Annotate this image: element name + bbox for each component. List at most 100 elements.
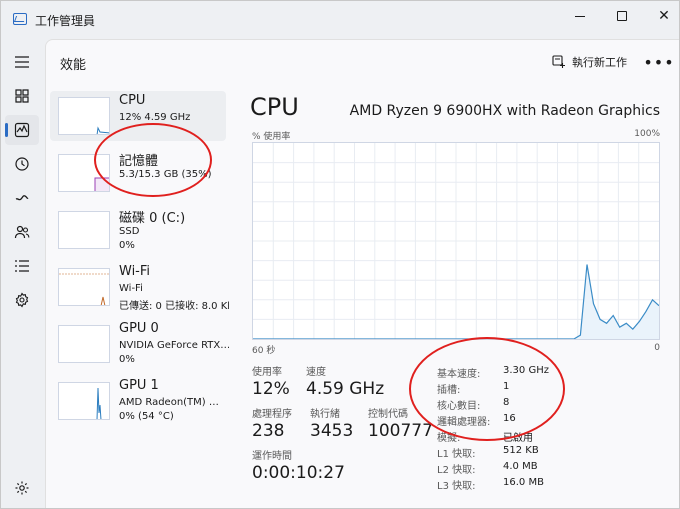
page-header: 效能 執行新工作 •••: [45, 39, 679, 85]
nav-details[interactable]: [5, 251, 39, 281]
device-detail: NVIDIA GeForce RTX…: [119, 340, 229, 351]
processes-icon: [15, 89, 29, 103]
more-icon: •••: [643, 52, 675, 72]
spec-key: 基本速度:: [437, 369, 481, 380]
spec-row: 基本速度: 3.30 GHz: [437, 365, 567, 381]
device-thumbnail: [58, 268, 110, 306]
device-name: Wi-Fi: [119, 264, 151, 279]
more-options-button[interactable]: •••: [643, 50, 675, 74]
graph-min-label: 0: [654, 343, 660, 353]
stat-label: 處理程序: [252, 409, 292, 420]
close-button[interactable]: ✕: [641, 1, 679, 31]
spec-value: 已啟用: [503, 433, 533, 444]
content-area: CPU 12% 4.59 GHz 記憶體 5.3/15.3 GB (35%) 磁…: [45, 85, 679, 508]
panel-title: CPU: [250, 93, 299, 121]
close-icon: ✕: [658, 8, 670, 24]
device-name: GPU 1: [119, 378, 159, 393]
stat-value: 12%: [252, 379, 290, 399]
task-manager-app-icon: [13, 13, 27, 25]
spec-value: 4.0 MB: [503, 461, 538, 472]
stat-label: 控制代碼: [368, 409, 408, 420]
stat-value: 3453: [310, 421, 354, 441]
app-title: 工作管理員: [35, 14, 96, 28]
performance-panel: CPU AMD Ryzen 9 6900HX with Radeon Graph…: [250, 85, 679, 508]
startup-icon: [15, 195, 29, 201]
stat-value: 238: [252, 421, 285, 441]
spec-row: 插槽: 1: [437, 381, 567, 397]
spec-row: 邏輯處理器: 16: [437, 413, 567, 429]
device-detail: 0%: [119, 354, 135, 365]
device-thumbnail: [58, 154, 110, 192]
spec-key: 插槽:: [437, 385, 461, 396]
stat-label: 速度: [306, 367, 326, 378]
nav-rail: [1, 39, 45, 508]
run-new-task-button[interactable]: 執行新工作: [552, 54, 627, 70]
spec-key: 邏輯處理器:: [437, 417, 491, 428]
spec-key: 核心數目:: [437, 401, 481, 412]
device-detail: AMD Radeon(TM) …: [119, 397, 219, 408]
spec-value: 1: [503, 381, 510, 392]
stat-value: 0:00:10:27: [252, 463, 345, 483]
device-name: GPU 0: [119, 321, 159, 336]
spec-value: 16.0 MB: [503, 477, 544, 488]
title-bar: 工作管理員 ✕: [1, 1, 679, 39]
graph-axis-label: % 使用率: [252, 132, 291, 142]
maximize-button[interactable]: [599, 1, 645, 31]
spec-key: L3 快取:: [437, 481, 476, 492]
page-title: 效能: [60, 58, 87, 73]
device-item-gpu0[interactable]: GPU 0 NVIDIA GeForce RTX… 0%: [50, 319, 229, 369]
device-name: CPU: [119, 93, 146, 108]
stat-value: 4.59 GHz: [306, 379, 385, 399]
graph-max-label: 100%: [634, 129, 660, 139]
device-item-disk[interactable]: 磁碟 0 (C:) SSD 0%: [50, 205, 226, 255]
device-detail: SSD: [119, 226, 140, 237]
run-new-task-label: 執行新工作: [572, 56, 627, 69]
cpu-graph-svg: [253, 143, 660, 340]
services-icon: [15, 292, 29, 308]
device-detail: 12% 4.59 GHz: [119, 112, 191, 123]
details-icon: [15, 260, 29, 272]
stat-value: 100777: [368, 421, 433, 441]
device-name: 記憶體: [119, 154, 159, 169]
spec-value: 512 KB: [503, 445, 539, 456]
device-item-wifi[interactable]: Wi-Fi Wi-Fi 已傳送: 0 已接收: 8.0 Kb: [50, 262, 229, 312]
device-thumbnail: [58, 97, 110, 135]
nav-users[interactable]: [5, 217, 39, 247]
users-icon: [14, 225, 30, 239]
nav-app-history[interactable]: [5, 149, 39, 179]
device-detail: 0%: [119, 240, 135, 251]
nav-processes[interactable]: [5, 81, 39, 111]
device-list: CPU 12% 4.59 GHz 記憶體 5.3/15.3 GB (35%) 磁…: [46, 89, 232, 429]
spec-value: 8: [503, 397, 510, 408]
run-task-icon: [552, 55, 565, 68]
spec-value: 16: [503, 413, 516, 424]
minimize-button[interactable]: [557, 1, 603, 31]
device-thumbnail: [58, 325, 110, 363]
device-item-cpu[interactable]: CPU 12% 4.59 GHz: [50, 91, 226, 141]
device-name: 磁碟 0 (C:): [119, 211, 186, 226]
nav-services[interactable]: [5, 285, 39, 315]
device-item-gpu1[interactable]: GPU 1 AMD Radeon(TM) … 0% (54 °C): [50, 376, 226, 426]
app-history-icon: [15, 157, 29, 171]
stat-label: 執行緒: [310, 409, 340, 420]
spec-row: L3 快取: 16.0 MB: [437, 477, 567, 493]
spec-row: L2 快取: 4.0 MB: [437, 461, 567, 477]
nav-performance[interactable]: [5, 115, 39, 145]
stat-processes: 處理程序 238: [252, 405, 292, 441]
settings-button[interactable]: [5, 473, 39, 503]
nav-startup[interactable]: [5, 183, 39, 213]
device-detail: 已傳送: 0 已接收: 8.0 Kb: [119, 301, 229, 312]
performance-icon: [14, 122, 30, 138]
graph-time-label: 60 秒: [252, 346, 276, 356]
menu-toggle-button[interactable]: [5, 47, 39, 77]
spec-key: L1 快取:: [437, 449, 476, 460]
cpu-specs: 基本速度: 3.30 GHz 插槽: 1 核心數目: 8 邏輯處理器: 16 模擬: 已啟…: [437, 365, 567, 493]
stat-threads: 執行緒 3453: [310, 405, 353, 441]
spec-key: L2 快取:: [437, 465, 476, 476]
stat-usage: 使用率 12%: [252, 363, 290, 399]
stat-uptime: 運作時間 0:00:10:27: [252, 447, 345, 483]
hamburger-icon: [15, 56, 29, 68]
device-detail: 0% (54 °C): [119, 411, 174, 422]
device-item-memory[interactable]: 記憶體 5.3/15.3 GB (35%): [50, 148, 226, 198]
device-detail: Wi-Fi: [119, 283, 143, 294]
